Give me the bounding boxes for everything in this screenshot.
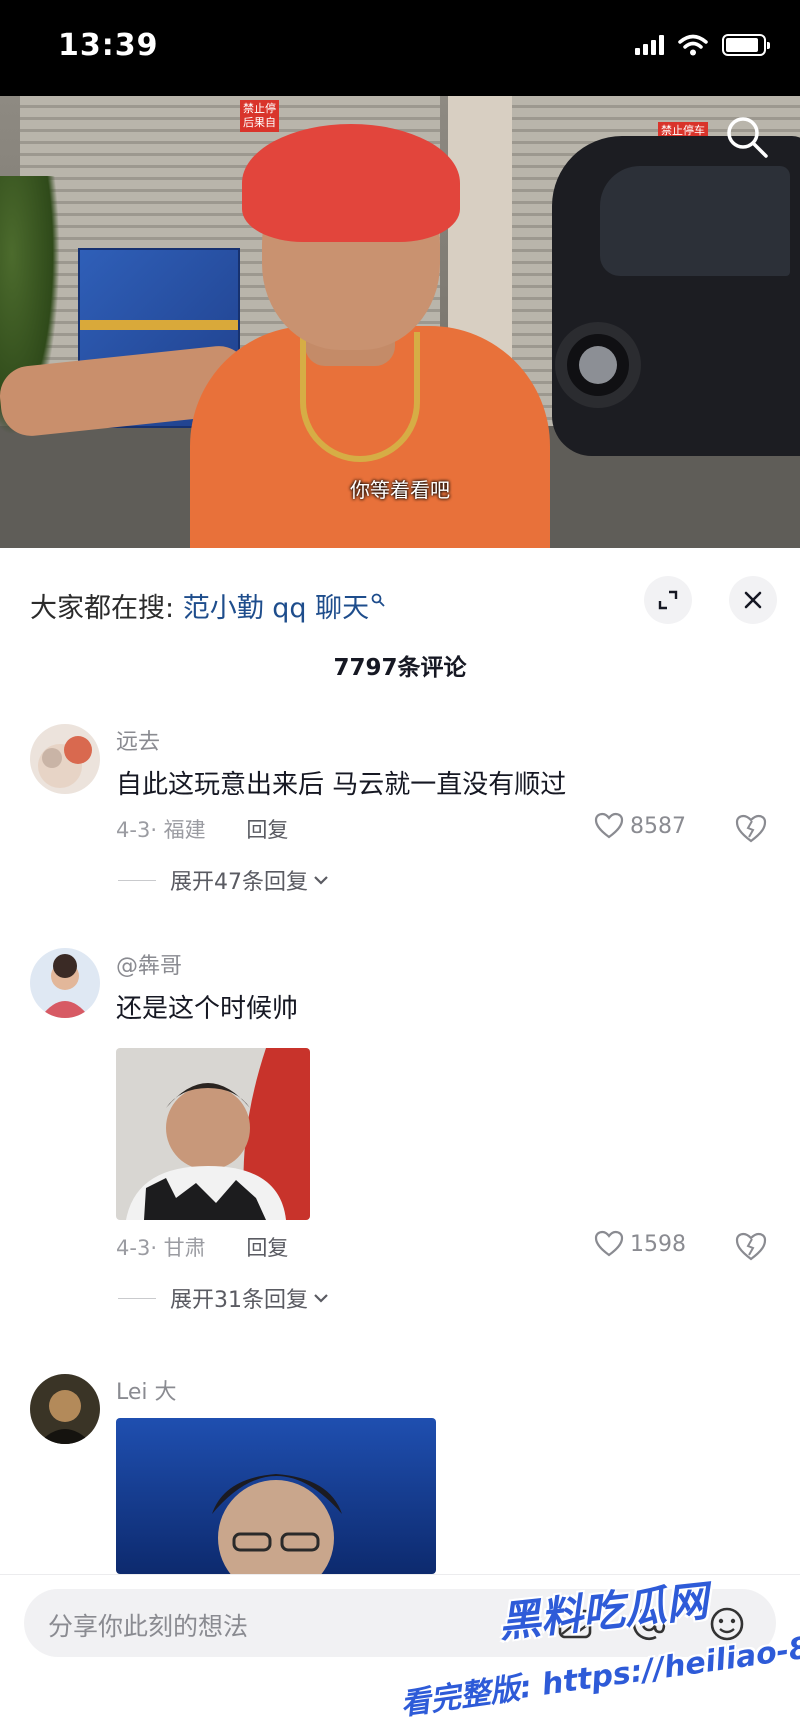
chevron-down-icon bbox=[314, 876, 328, 885]
expand-replies-label: 展开31条回复 bbox=[170, 1288, 308, 1313]
comment-meta: 4-3· 福建 回复 bbox=[116, 814, 288, 844]
video-player[interactable]: 禁止停 后果自 禁止停车 你等着看吧 bbox=[0, 96, 800, 548]
sign-text: 后果自 bbox=[243, 116, 276, 129]
comment-username[interactable]: 远去 bbox=[116, 724, 160, 756]
avatar[interactable] bbox=[30, 948, 100, 1018]
comment-image[interactable] bbox=[116, 1418, 436, 1574]
heart-icon bbox=[594, 1230, 624, 1257]
meta-separator: · bbox=[150, 1236, 164, 1260]
comments-sheet: 大家都在搜: 范小勤 qq 聊天 7797条评论 远去 自此这玩意出来后 马云就… bbox=[0, 552, 800, 1733]
sign-text: 禁止停 bbox=[243, 102, 276, 115]
meta-separator: · bbox=[150, 818, 164, 842]
search-hint-term[interactable]: 范小勤 qq 聊天 bbox=[183, 593, 369, 624]
status-time: 13:39 bbox=[58, 28, 159, 63]
comment-date: 4-3 bbox=[116, 1236, 151, 1260]
like-count: 1598 bbox=[630, 1231, 686, 1257]
expand-replies-button[interactable]: 展开31条回复 bbox=[118, 1282, 330, 1314]
comment-date: 4-3 bbox=[116, 818, 151, 842]
close-icon bbox=[744, 591, 762, 609]
avatar[interactable] bbox=[30, 724, 100, 794]
video-subtitle: 你等着看吧 bbox=[350, 478, 450, 502]
like-count: 8587 bbox=[630, 813, 686, 839]
like-button[interactable]: 8587 bbox=[594, 812, 686, 840]
battery-level bbox=[726, 38, 759, 52]
search-hint-prefix: 大家都在搜: bbox=[30, 593, 175, 624]
search-icon[interactable] bbox=[724, 114, 770, 160]
gold-necklace bbox=[300, 332, 420, 462]
watermark-title: 黑料吃瓜网 bbox=[496, 1576, 711, 1647]
close-button[interactable] bbox=[729, 576, 777, 624]
comment-image[interactable] bbox=[116, 1048, 310, 1220]
red-hair bbox=[242, 124, 460, 242]
comment-location: 福建 bbox=[163, 818, 206, 842]
comment-location: 甘肃 bbox=[163, 1236, 206, 1260]
reply-button[interactable]: 回复 bbox=[246, 1236, 288, 1260]
comment-text: 还是这个时候帅 bbox=[116, 994, 299, 1024]
status-icons bbox=[635, 34, 770, 56]
comment-meta: 4-3· 甘肃 回复 bbox=[116, 1232, 288, 1262]
expand-replies-button[interactable]: 展开47条回复 bbox=[118, 864, 330, 896]
comment-username[interactable]: Lei 大 bbox=[116, 1374, 177, 1406]
chevron-down-icon bbox=[314, 1294, 328, 1303]
status-bar: 13:39 bbox=[0, 0, 800, 96]
comment-username[interactable]: @犇哥 bbox=[116, 948, 182, 980]
heart-icon bbox=[594, 812, 624, 839]
expand-button[interactable] bbox=[644, 576, 692, 624]
avatar[interactable] bbox=[30, 1374, 100, 1444]
car-window bbox=[600, 166, 790, 276]
wifi-icon bbox=[678, 34, 708, 56]
trending-search-hint[interactable]: 大家都在搜: 范小勤 qq 聊天 bbox=[30, 586, 385, 625]
divider-line bbox=[118, 879, 156, 881]
expand-replies-label: 展开47条回复 bbox=[170, 870, 308, 895]
comment-input-placeholder: 分享你此刻的想法 bbox=[48, 1612, 249, 1641]
street-sign: 禁止停 后果自 bbox=[240, 100, 279, 132]
car-wheel bbox=[555, 322, 641, 408]
dislike-icon[interactable] bbox=[734, 812, 768, 846]
signal-icon bbox=[635, 35, 664, 55]
watermark: 黑料吃瓜网 看完整版: https://heiliao-81.com bbox=[398, 1576, 800, 1728]
reply-button[interactable]: 回复 bbox=[246, 818, 288, 842]
divider-line bbox=[118, 1297, 156, 1299]
like-button[interactable]: 1598 bbox=[594, 1230, 686, 1258]
comment-item: Lei 大 bbox=[0, 1374, 800, 1574]
search-icon bbox=[371, 593, 385, 607]
battery-icon bbox=[722, 34, 770, 56]
comment-count: 7797条评论 bbox=[333, 655, 467, 681]
comment-item: 远去 自此这玩意出来后 马云就一直没有顺过 4-3· 福建 回复 8587 展开… bbox=[0, 724, 800, 964]
expand-icon bbox=[658, 590, 678, 610]
comment-item: @犇哥 还是这个时候帅 4-3· 甘肃 回复 1598 展开31条回复 bbox=[0, 948, 800, 1368]
dislike-icon[interactable] bbox=[734, 1230, 768, 1264]
comment-text: 自此这玩意出来后 马云就一直没有顺过 bbox=[116, 770, 567, 800]
